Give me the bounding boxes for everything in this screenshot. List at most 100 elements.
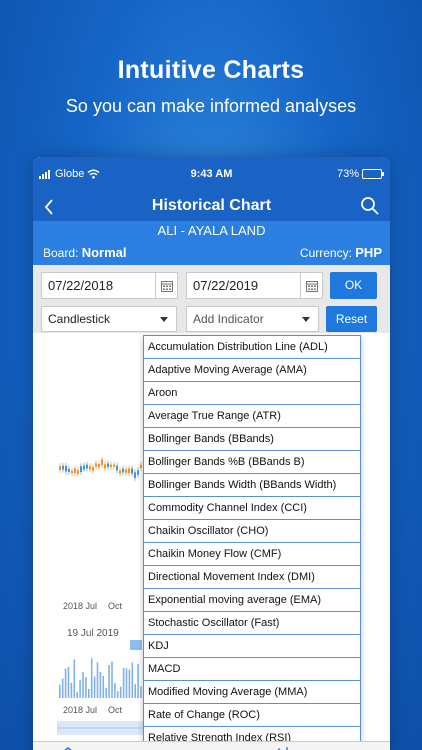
stock-name: ALI - AYALA LAND <box>157 223 266 238</box>
candle-body <box>116 465 118 471</box>
volume-bar <box>88 688 90 698</box>
bottom-tick-2018-jul: 2018 Jul <box>63 705 98 715</box>
nav-bar: Historical Chart <box>33 191 390 221</box>
indicator-option[interactable]: Chaikin Money Flow (CMF) <box>144 543 360 566</box>
candle-body <box>95 463 97 467</box>
indicator-option[interactable]: Accumulation Distribution Line (ADL) <box>144 336 360 359</box>
start-date-field[interactable]: 07/22/2018 <box>41 272 178 299</box>
candle-body <box>122 468 124 473</box>
reset-button[interactable]: Reset <box>326 306 377 332</box>
candle-body <box>68 468 70 472</box>
chevron-down-icon <box>160 317 168 322</box>
candle-body <box>128 468 130 474</box>
more-icon[interactable] <box>343 744 357 750</box>
candle-body <box>83 465 85 470</box>
candle-body <box>131 468 133 474</box>
calendar-icon[interactable] <box>155 273 177 298</box>
volume-bar <box>108 665 110 698</box>
volume-bar <box>99 672 102 698</box>
candle-body <box>59 465 61 471</box>
volume-bar <box>67 666 70 698</box>
tab-bar <box>33 741 390 750</box>
candle-body <box>65 465 67 472</box>
selected-date-label: 19 Jul 2019 <box>67 628 119 639</box>
candle-body <box>92 466 94 471</box>
volume-bar <box>59 684 61 698</box>
indicator-option[interactable]: Commodity Channel Index (CCI) <box>144 497 360 520</box>
home-icon[interactable] <box>61 744 75 750</box>
indicator-option[interactable]: Modified Moving Average (MMA) <box>144 681 360 704</box>
end-date-field[interactable]: 07/22/2019 <box>186 272 323 299</box>
indicator-option[interactable]: Bollinger Bands %B (BBands B) <box>144 451 360 474</box>
battery-icon <box>362 169 384 179</box>
indicator-option[interactable]: Adaptive Moving Average (AMA) <box>144 359 360 382</box>
candle-body <box>104 464 106 469</box>
volume-bar <box>122 667 125 698</box>
candle-body <box>71 470 73 474</box>
volume-bar <box>111 661 113 698</box>
phone-screen: Globe 9:43 AM 73% Historical Chart ALI -… <box>33 157 390 750</box>
search-icon[interactable] <box>360 196 380 216</box>
indicator-option[interactable]: Chaikin Oscillator (CHO) <box>144 520 360 543</box>
add-indicator-placeholder: Add Indicator <box>193 312 264 326</box>
volume-bar <box>131 662 134 698</box>
indicator-option[interactable]: KDJ <box>144 635 360 658</box>
volume-bar <box>140 686 142 698</box>
candle-body <box>107 463 109 467</box>
transfer-icon[interactable] <box>276 744 290 750</box>
battery: 73% <box>337 168 384 180</box>
board-info: Board: Normal <box>43 245 127 260</box>
indicator-option[interactable]: Exponential moving average (EMA) <box>144 589 360 612</box>
candle-body <box>119 470 121 474</box>
promo-subtitle: So you can make informed analyses <box>65 96 357 116</box>
volume-bar <box>73 659 76 698</box>
volume-bar <box>134 684 136 698</box>
indicator-option[interactable]: Bollinger Bands (BBands) <box>144 428 360 451</box>
volume-bar <box>61 678 64 698</box>
status-bar: Globe 9:43 AM 73% <box>33 157 390 191</box>
promo-title: Intuitive Charts <box>117 56 305 84</box>
chart-controls: 07/22/2018 07/22/2019 OK Candlestick Add… <box>33 265 390 333</box>
volume-bar <box>90 658 93 698</box>
candle-body <box>101 459 103 466</box>
page-title: Historical Chart <box>151 197 272 214</box>
ok-button[interactable]: OK <box>330 272 377 299</box>
candle-body <box>137 470 139 475</box>
indicator-option[interactable]: MACD <box>144 658 360 681</box>
indicator-option[interactable]: Aroon <box>144 382 360 405</box>
volume-bar <box>82 672 84 698</box>
stock-header: ALI - AYALA LAND Board: Normal Currency:… <box>33 221 390 265</box>
volume-bar <box>105 687 107 698</box>
x-tick-2018-jul: 2018 Jul <box>63 601 98 611</box>
add-indicator-select[interactable]: Add Indicator <box>186 306 319 332</box>
candle-body <box>140 464 142 469</box>
board-label: Board: <box>43 246 79 260</box>
volume-bar <box>64 668 67 698</box>
candle-body <box>89 466 91 470</box>
end-date-value: 07/22/2019 <box>193 278 259 293</box>
chart-type-value: Candlestick <box>48 312 111 326</box>
candle-body <box>98 463 100 468</box>
candle-body <box>77 469 79 474</box>
calendar-icon[interactable] <box>300 273 322 298</box>
indicator-option[interactable]: Average True Range (ATR) <box>144 405 360 428</box>
indicator-option[interactable]: Directional Movement Index (DMI) <box>144 566 360 589</box>
indicator-option[interactable]: Rate of Change (ROC) <box>144 704 360 727</box>
volume-bar <box>119 686 122 698</box>
candle-body <box>125 469 127 473</box>
chart-type-select[interactable]: Candlestick <box>41 306 177 332</box>
volume-bar <box>117 691 119 698</box>
indicator-option[interactable]: Bollinger Bands Width (BBands Width) <box>144 474 360 497</box>
indicator-option[interactable]: Stochastic Oscillator (Fast) <box>144 612 360 635</box>
indicator-dropdown[interactable]: Accumulation Distribution Line (ADL) Adap… <box>143 335 361 750</box>
candle-body <box>113 464 115 467</box>
x-tick-oct: Oct <box>108 601 123 611</box>
currency-label: Currency: <box>299 246 352 260</box>
volume-bar <box>96 662 99 698</box>
watch-icon[interactable] <box>131 744 145 750</box>
currency-value: PHP <box>355 245 382 260</box>
bottom-tick-oct: Oct <box>108 705 123 715</box>
candle-body <box>74 468 76 474</box>
candle-body <box>134 472 136 479</box>
volume-bar <box>114 683 116 698</box>
